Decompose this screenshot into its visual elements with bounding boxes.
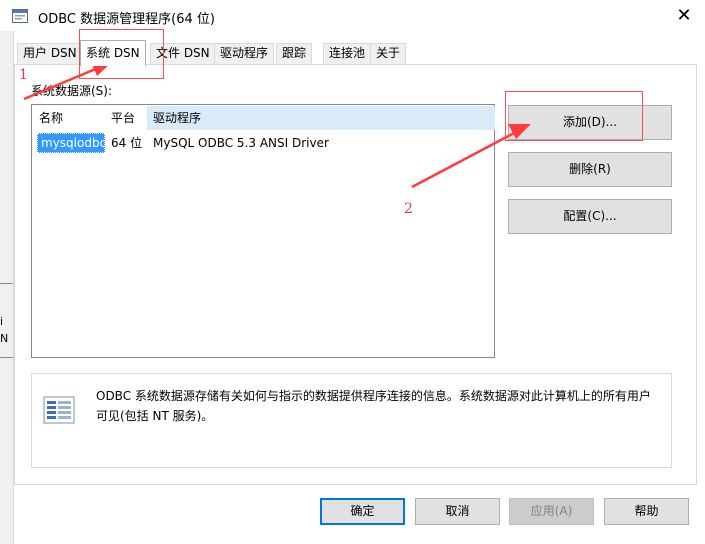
system-sources-label: 系统数据源(S): [31, 84, 113, 98]
strip-text: N [0, 332, 9, 345]
annotation-step-1: 1 [19, 67, 28, 83]
strip-divider [0, 357, 13, 358]
tab-drivers[interactable]: 驱动程序 [214, 43, 275, 64]
system-dsn-list[interactable]: 名称 平台 驱动程序 mysqlodbc 64 位 MySQL ODBC 5.3… [31, 104, 495, 358]
row-platform[interactable]: 64 位 [105, 133, 147, 153]
window-title: ODBC 数据源管理程序(64 位) [38, 12, 215, 27]
background-window-strip [0, 31, 14, 544]
column-header-driver[interactable]: 驱动程序 [147, 106, 495, 130]
column-header-name[interactable]: 名称 [33, 106, 105, 130]
row-dsn-name[interactable]: mysqlodbc [37, 133, 106, 153]
column-header-platform[interactable]: 平台 [105, 106, 147, 130]
apply-button: 应用(A) [509, 498, 594, 525]
tab-about[interactable]: 关于 [370, 43, 407, 64]
help-button[interactable]: 帮助 [604, 498, 689, 525]
tab-user-dsn[interactable]: 用户 DSN [17, 43, 83, 64]
close-button[interactable]: ✕ [664, 2, 704, 30]
annotation-box-add [505, 91, 643, 141]
ok-button[interactable]: 确定 [320, 498, 405, 525]
annotation-step-2: 2 [404, 201, 413, 217]
strip-divider [0, 283, 13, 284]
odbc-window-icon [12, 9, 28, 23]
cancel-button[interactable]: 取消 [415, 498, 500, 525]
row-driver[interactable]: MySQL ODBC 5.3 ANSI Driver [147, 133, 447, 153]
configure-button[interactable]: 配置(C)... [508, 199, 672, 234]
database-info-icon [43, 396, 75, 424]
strip-text: i [0, 315, 4, 328]
list-header: 名称 平台 驱动程序 [33, 106, 495, 130]
tab-system-dsn[interactable]: 系统 DSN [80, 40, 146, 66]
remove-button[interactable]: 删除(R) [508, 152, 672, 187]
info-description: ODBC 系统数据源存储有关如何与指示的数据提供程序连接的信息。系统数据源对此计… [96, 389, 651, 423]
tab-tracing[interactable]: 跟踪 [276, 43, 313, 64]
tab-connection-pooling[interactable]: 连接池 [323, 43, 372, 64]
